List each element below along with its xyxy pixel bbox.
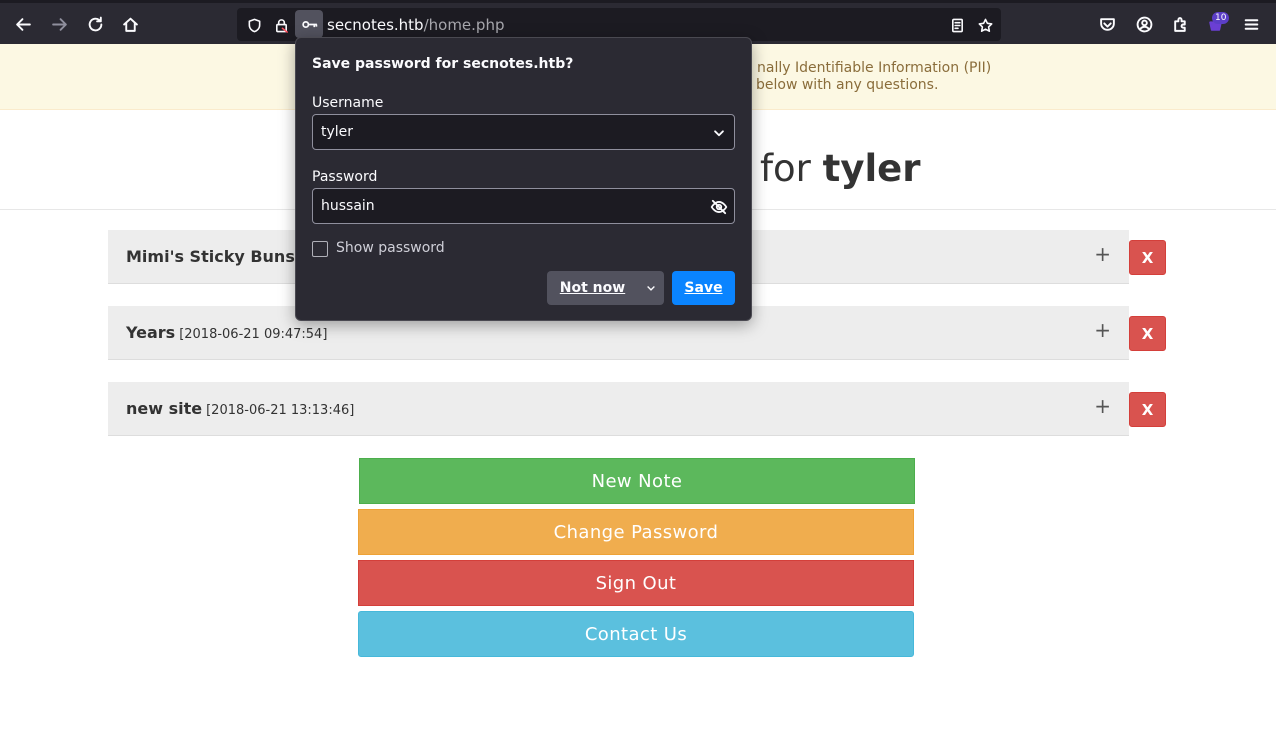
note-title-row: Years [2018-06-21 09:47:54] [126, 323, 327, 342]
pocket-icon [1099, 17, 1115, 31]
extensions-button[interactable] [1165, 9, 1195, 39]
note-date: [2018-06-21 09:47:54] [179, 327, 328, 342]
page-title-prefix: for [760, 147, 811, 190]
save-password-button[interactable]: Save [672, 271, 735, 305]
note-title: Years [126, 323, 176, 342]
save-password-popup: Save password for secnotes.htb? Username… [295, 37, 752, 321]
url-text: secnotes.htb/home.php [327, 16, 504, 34]
username-field[interactable]: tyler [312, 114, 735, 150]
note-date: [2018-06-21 13:13:46] [206, 403, 355, 418]
chevron-down-icon [714, 130, 724, 137]
pocket-button[interactable] [1092, 9, 1122, 39]
delete-note-button[interactable]: X [1129, 392, 1166, 427]
back-button[interactable] [8, 9, 38, 39]
puzzle-icon [1173, 16, 1186, 32]
delete-note-button[interactable]: X [1129, 316, 1166, 351]
popup-title: Save password for secnotes.htb? [312, 56, 574, 72]
page-title-user: tyler [822, 147, 921, 190]
new-note-button[interactable]: New Note [359, 458, 915, 504]
expand-note-icon[interactable]: + [1094, 396, 1111, 416]
extension-badge: 10 [1212, 12, 1230, 24]
not-now-dropdown-button[interactable] [638, 271, 664, 305]
menu-button[interactable] [1236, 9, 1266, 39]
eye-slash-icon [710, 199, 728, 215]
account-button[interactable] [1129, 9, 1159, 39]
home-button[interactable] [115, 9, 145, 39]
note-item[interactable]: new site [2018-06-21 13:13:46] + [108, 382, 1129, 436]
password-label: Password [312, 169, 378, 185]
reader-view-icon [951, 18, 963, 32]
note-title-row: Mimi's Sticky Buns[ [126, 247, 304, 266]
star-icon [978, 18, 992, 32]
sign-out-button[interactable]: Sign Out [358, 560, 914, 606]
reader-view-button[interactable] [944, 12, 970, 38]
password-value: hussain [321, 198, 375, 214]
change-password-button[interactable]: Change Password [358, 509, 914, 555]
username-value: tyler [321, 124, 354, 140]
reload-icon [88, 16, 102, 31]
shield-icon [248, 18, 260, 32]
account-icon [1136, 16, 1152, 32]
note-title: Mimi's Sticky Buns [126, 247, 295, 266]
show-password-label[interactable]: Show password [336, 240, 445, 256]
bookmark-button[interactable] [972, 12, 998, 38]
back-arrow-icon [15, 17, 31, 31]
not-now-button[interactable]: Not now [547, 271, 638, 305]
forward-button[interactable] [44, 9, 74, 39]
note-title: new site [126, 399, 203, 418]
insecure-lock-icon [275, 18, 288, 33]
page-title: for tyler [760, 147, 920, 190]
site-security-button[interactable] [268, 12, 294, 38]
expand-note-icon[interactable]: + [1094, 244, 1111, 264]
forward-arrow-icon [51, 17, 67, 31]
username-label: Username [312, 95, 384, 111]
note-title-row: new site [2018-06-21 13:13:46] [126, 399, 354, 418]
url-path: /home.php [423, 16, 505, 34]
password-field[interactable]: hussain [312, 188, 735, 224]
expand-note-icon[interactable]: + [1094, 320, 1111, 340]
browser-viewport: secnotes.htb/home.php 10 nally Identifia… [0, 0, 1276, 750]
hamburger-menu-icon [1244, 18, 1258, 30]
url-host: secnotes.htb [327, 16, 424, 34]
contact-us-button[interactable]: Contact Us [358, 611, 914, 657]
show-password-checkbox[interactable] [312, 241, 328, 257]
banner-line-1: nally Identifiable Information (PII) [757, 60, 992, 76]
reveal-password-button[interactable] [710, 198, 728, 216]
reload-button[interactable] [80, 9, 110, 39]
home-icon [122, 17, 138, 32]
not-now-button-group: Not now [547, 271, 664, 305]
username-dropdown-button[interactable] [710, 124, 728, 142]
chevron-down-icon [647, 286, 655, 291]
delete-note-button[interactable]: X [1129, 240, 1166, 275]
password-key-button[interactable] [295, 10, 323, 38]
banner-line-2: below with any questions. [756, 77, 939, 93]
key-icon [301, 20, 317, 28]
tracking-protection-button[interactable] [241, 12, 267, 38]
